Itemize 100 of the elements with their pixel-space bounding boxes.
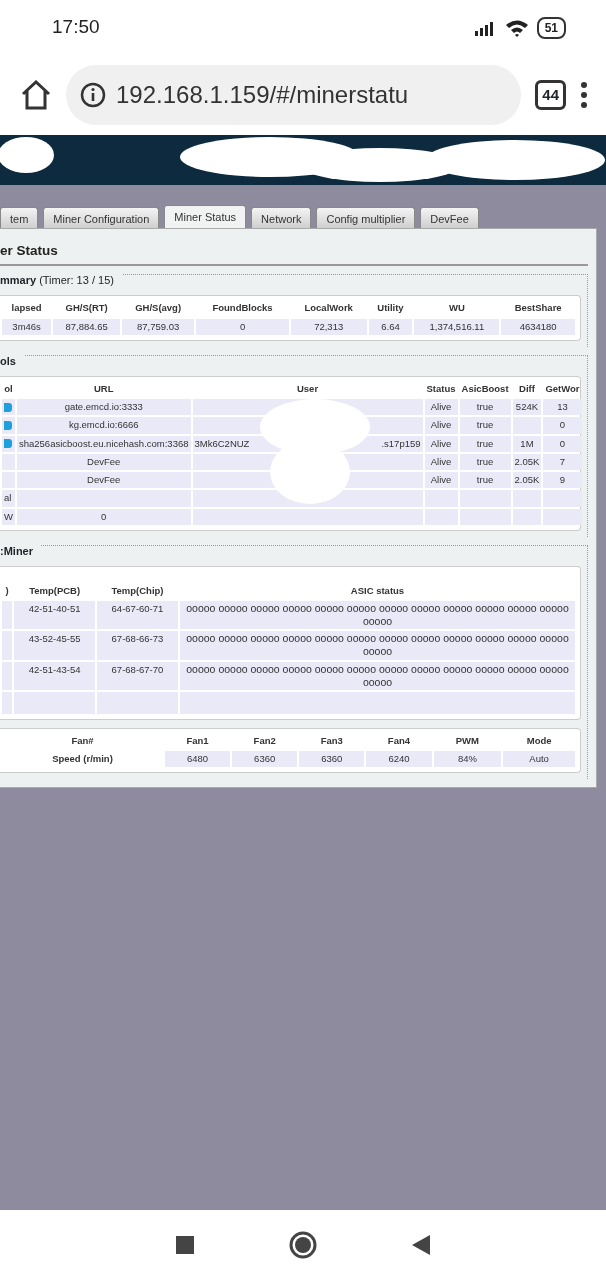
table-cell: 42-51-43-54 xyxy=(14,661,95,690)
table-cell: 42-51-40-51 xyxy=(14,601,95,630)
column-header: GetWor xyxy=(544,381,581,396)
table-cell: 87,759.03 xyxy=(122,318,195,335)
wifi-icon xyxy=(504,18,529,37)
column-header: ol xyxy=(3,381,14,396)
table-cell: 6.64 xyxy=(368,318,413,335)
table-cell: Alive xyxy=(424,435,458,452)
table-cell: ooooo ooooo ooooo ooooo ooooo ooooo ooooo ooooo ooooo ooooo ooooo ooooo ooooo xyxy=(180,661,575,690)
table-cell: true xyxy=(459,472,511,489)
column-header: Temp(PCB) xyxy=(28,583,82,598)
table-cell: 7 xyxy=(543,453,582,470)
table-cell: 6240 xyxy=(366,751,432,768)
back-icon[interactable] xyxy=(412,1235,430,1255)
menu-icon[interactable] xyxy=(580,82,588,108)
table-cell: kg.emcd.io:6666 xyxy=(16,417,191,434)
column-header: URL xyxy=(92,381,115,396)
column-header: ) xyxy=(4,583,10,598)
table-cell: Auto xyxy=(503,751,575,768)
table-cell: Alive xyxy=(424,453,458,470)
column-header: AsicBoost xyxy=(460,381,510,396)
clock-time: 17:50 xyxy=(52,15,100,40)
table-cell: true xyxy=(459,399,511,416)
table-cell xyxy=(543,508,582,525)
table-cell: 4634180 xyxy=(501,318,575,335)
column-header: lapsed xyxy=(10,301,43,316)
table-cell: 3m46s xyxy=(2,318,52,335)
column-header: WU xyxy=(447,301,466,316)
table-cell: 1,374,516.11 xyxy=(414,318,500,335)
column-header: PWM xyxy=(454,733,480,748)
tab[interactable]: DevFee xyxy=(420,207,479,228)
column-header: Fan2 xyxy=(252,733,277,748)
table-cell: 2.05K xyxy=(512,453,542,470)
table-cell: ooooo ooooo ooooo ooooo ooooo ooooo ooooo ooooo ooooo ooooo ooooo ooooo ooooo xyxy=(180,601,575,630)
column-header: FoundBlocks xyxy=(211,301,274,316)
column-header: User xyxy=(295,381,320,396)
tab[interactable]: Miner Status xyxy=(164,205,247,228)
home-button-icon[interactable] xyxy=(289,1231,317,1259)
table-cell: 1M xyxy=(512,435,542,452)
table-cell: true xyxy=(459,453,511,470)
table-cell: 6480 xyxy=(164,751,231,768)
tab[interactable]: Config multiplier xyxy=(316,207,416,228)
tab[interactable]: tem xyxy=(0,207,39,228)
column-header: ASIC status xyxy=(349,583,406,598)
user-text: .s17p159 xyxy=(381,436,421,451)
battery-level: 51 xyxy=(536,16,566,39)
column-header: Status xyxy=(425,381,457,396)
table-cell: DevFee xyxy=(16,472,191,489)
table-cell: 72,313 xyxy=(290,318,367,335)
table-cell: 0 xyxy=(196,318,289,335)
table-cell: 13 xyxy=(543,399,582,416)
table-cell: al xyxy=(2,490,15,507)
table-cell: sha256asicboost.eu.nicehash.com:3368 xyxy=(16,435,191,452)
column-header: Mode xyxy=(525,733,553,748)
page-title: er Status xyxy=(0,237,588,267)
table-cell: 64-67-60-71 xyxy=(96,601,178,630)
table-cell: 43-52-45-55 xyxy=(14,631,95,660)
address-bar[interactable]: 192.168.1.159/#/minerstatu xyxy=(66,65,522,125)
table-cell: 2.05K xyxy=(512,472,542,489)
tab[interactable]: Network xyxy=(251,207,312,228)
column-header: Diff xyxy=(518,381,536,396)
tab-count-button[interactable]: 44 xyxy=(535,79,566,111)
table-cell: Alive xyxy=(424,399,458,416)
table-cell: 9 xyxy=(543,472,582,489)
column-header: GH/S(RT) xyxy=(64,301,109,316)
column-header: GH/S(avg) xyxy=(134,301,183,316)
table-cell: Alive xyxy=(424,472,458,489)
redaction-mark xyxy=(0,135,56,175)
column-header: BestShare xyxy=(513,301,563,316)
table-cell: W xyxy=(2,508,15,525)
column-header: Fan4 xyxy=(386,733,412,748)
table-cell xyxy=(543,490,582,507)
home-icon[interactable] xyxy=(20,80,52,110)
table-cell: true xyxy=(459,435,511,452)
table-cell: ooooo ooooo ooooo ooooo ooooo ooooo ooooo ooooo ooooo ooooo ooooo ooooo ooooo xyxy=(180,631,575,660)
table-cell: true xyxy=(459,417,511,434)
column-header: Temp(Chip) xyxy=(110,583,165,598)
column-header: Fan# xyxy=(70,733,95,748)
column-header: Utility xyxy=(376,301,405,316)
table-cell: 87,884.65 xyxy=(53,318,121,335)
table-cell: gate.emcd.io:3333 xyxy=(16,399,191,416)
table-cell: 67-68-66-73 xyxy=(96,631,178,660)
table-cell: 0 xyxy=(543,417,582,434)
column-header: LocalWork xyxy=(303,301,354,316)
column-header: Fan3 xyxy=(319,733,344,748)
user-text: 3Mk6C2NUZ xyxy=(194,437,250,449)
column-header: Fan1 xyxy=(185,733,210,748)
section-legend: mmary (Timer: 13 / 15) xyxy=(0,272,122,289)
table-cell: 0 xyxy=(16,508,191,525)
table-cell: 0 xyxy=(543,435,582,452)
table-cell: 84% xyxy=(433,751,502,768)
table-cell: Alive xyxy=(424,417,458,434)
table-cell: 524K xyxy=(512,399,542,416)
info-icon xyxy=(80,82,106,108)
table-cell: 6360 xyxy=(232,751,298,768)
table-cell-text: Speed (r/min) xyxy=(51,752,114,766)
table-cell: 6360 xyxy=(299,751,365,768)
table-cell: DevFee xyxy=(16,453,191,470)
table-cell: 67-68-67-70 xyxy=(96,661,178,690)
tab[interactable]: Miner Configuration xyxy=(43,207,160,228)
